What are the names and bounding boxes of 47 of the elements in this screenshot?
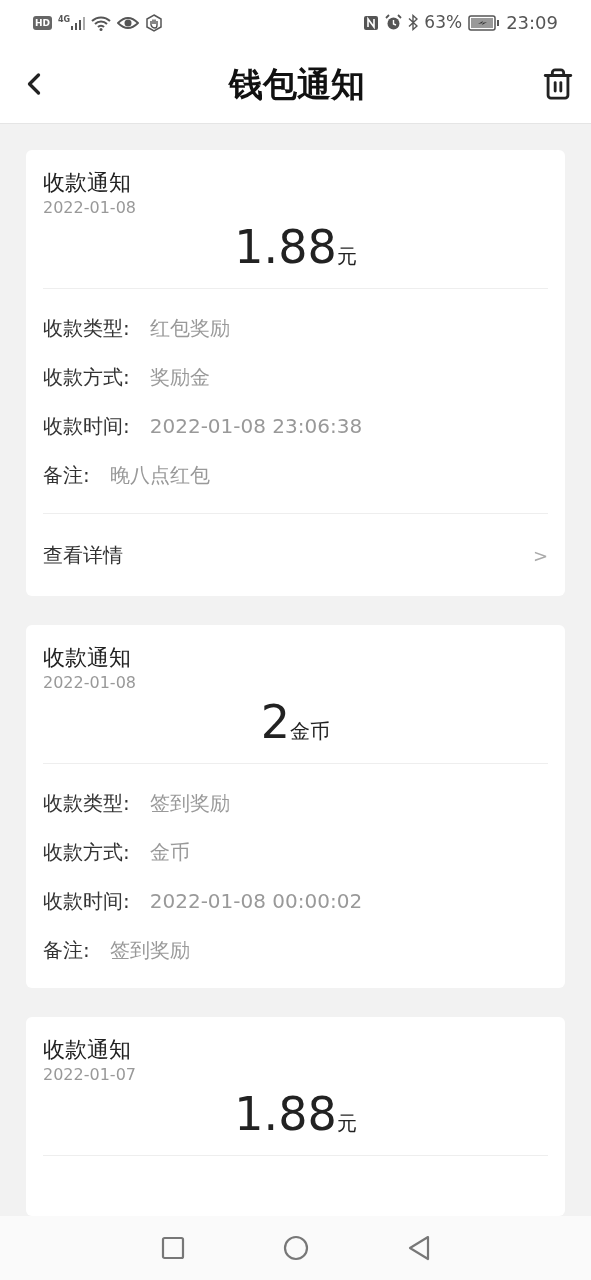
field-value: 2022-01-08 23:06:38 [149, 412, 363, 440]
amount-unit: 金币 [290, 719, 331, 745]
card-date: 2022-01-08 [43, 673, 137, 693]
field-value: 红包奖励 [149, 314, 230, 342]
back-nav-icon[interactable] [406, 1235, 431, 1261]
field-label: 收款类型: [43, 314, 130, 342]
amount-value: 2 [260, 694, 291, 751]
card-title: 收款通知 [43, 1036, 132, 1064]
field-value: 签到奖励 [149, 789, 230, 817]
battery-percent: 63% [424, 10, 463, 34]
view-details-link[interactable]: 查看详情 > [43, 514, 548, 596]
amount-value: 1.88 [234, 1086, 337, 1143]
hand-icon [145, 13, 164, 32]
status-time: 23:09 [506, 11, 558, 35]
field-value: 签到奖励 [109, 936, 190, 964]
field-value: 晚八点红包 [109, 461, 210, 489]
field-label: 收款方式: [43, 838, 130, 866]
hd-badge: HD [33, 15, 52, 30]
field-label: 备注: [43, 936, 90, 964]
card-date: 2022-01-08 [43, 198, 137, 218]
delete-button[interactable] [541, 67, 575, 101]
field-label: 备注: [43, 461, 90, 489]
battery-icon [468, 14, 501, 31]
field-label: 收款时间: [43, 887, 130, 915]
field-label: 收款类型: [43, 789, 130, 817]
signal-icon [71, 15, 86, 30]
home-icon[interactable] [282, 1235, 309, 1261]
amount-unit: 元 [336, 1110, 357, 1137]
wifi-icon [91, 14, 112, 31]
network-label: 4G [58, 15, 71, 24]
eye-icon [117, 15, 140, 30]
field-label: 收款方式: [43, 363, 130, 391]
field-value: 金币 [149, 838, 190, 866]
nfc-icon [363, 14, 380, 31]
bluetooth-icon [408, 14, 419, 31]
amount-value: 1.88 [234, 219, 337, 276]
card-title: 收款通知 [43, 169, 132, 197]
recents-icon[interactable] [160, 1236, 185, 1260]
field-value: 2022-01-08 00:00:02 [149, 887, 363, 915]
page-title: 钱包通知 [228, 62, 365, 106]
field-label: 收款时间: [43, 412, 130, 440]
card-title: 收款通知 [43, 644, 132, 672]
field-value: 奖励金 [149, 363, 210, 391]
amount-unit: 元 [336, 243, 357, 270]
alarm-icon [385, 14, 403, 31]
trash-icon [541, 67, 575, 101]
card-date: 2022-01-07 [43, 1065, 137, 1085]
